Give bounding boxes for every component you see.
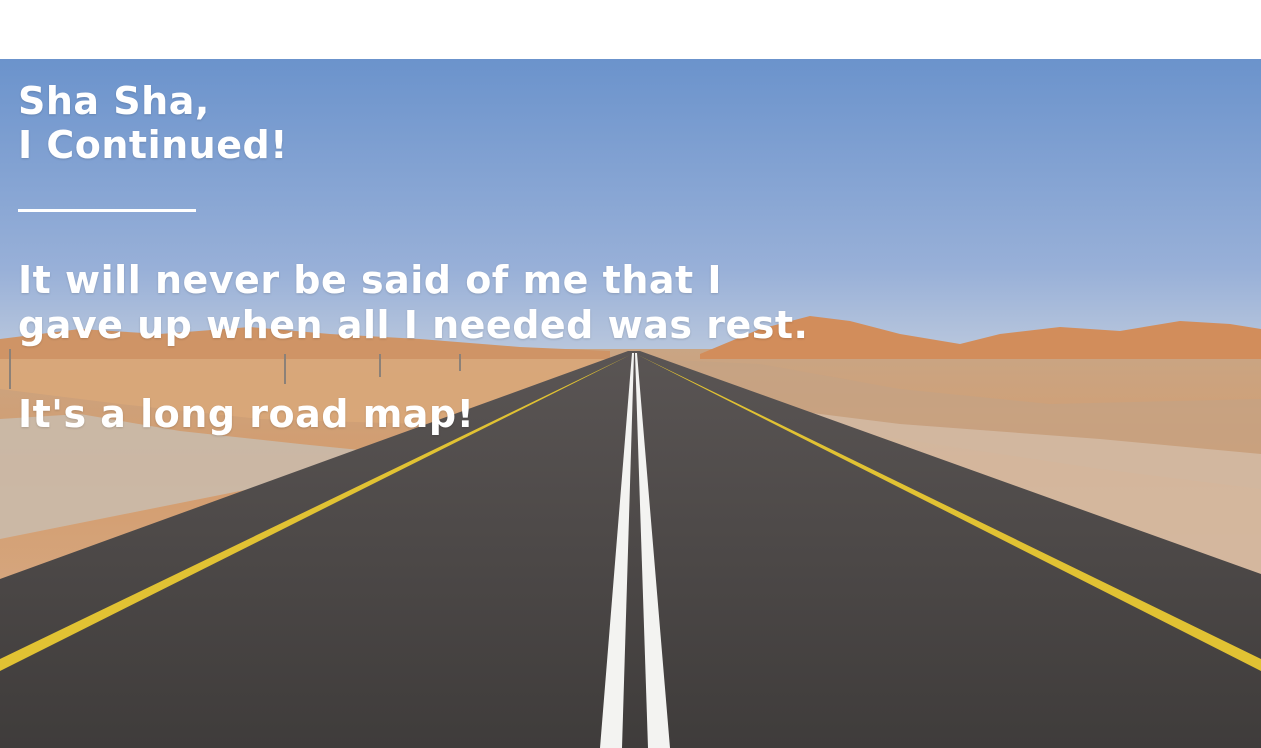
hero-tagline: It's a long road map!: [18, 392, 475, 436]
hero-quote: It will never be said of me that I gave …: [18, 258, 809, 347]
hero-banner: Sha Sha, I Continued! It will never be s…: [0, 59, 1261, 748]
hero-title: Sha Sha, I Continued!: [18, 79, 838, 167]
hero-title-line1: Sha Sha,: [18, 79, 210, 123]
title-divider: [18, 209, 196, 212]
top-bar: [0, 0, 1261, 59]
hero-title-line2: I Continued!: [18, 123, 289, 167]
hero-text: Sha Sha, I Continued! It will never be s…: [18, 79, 838, 437]
